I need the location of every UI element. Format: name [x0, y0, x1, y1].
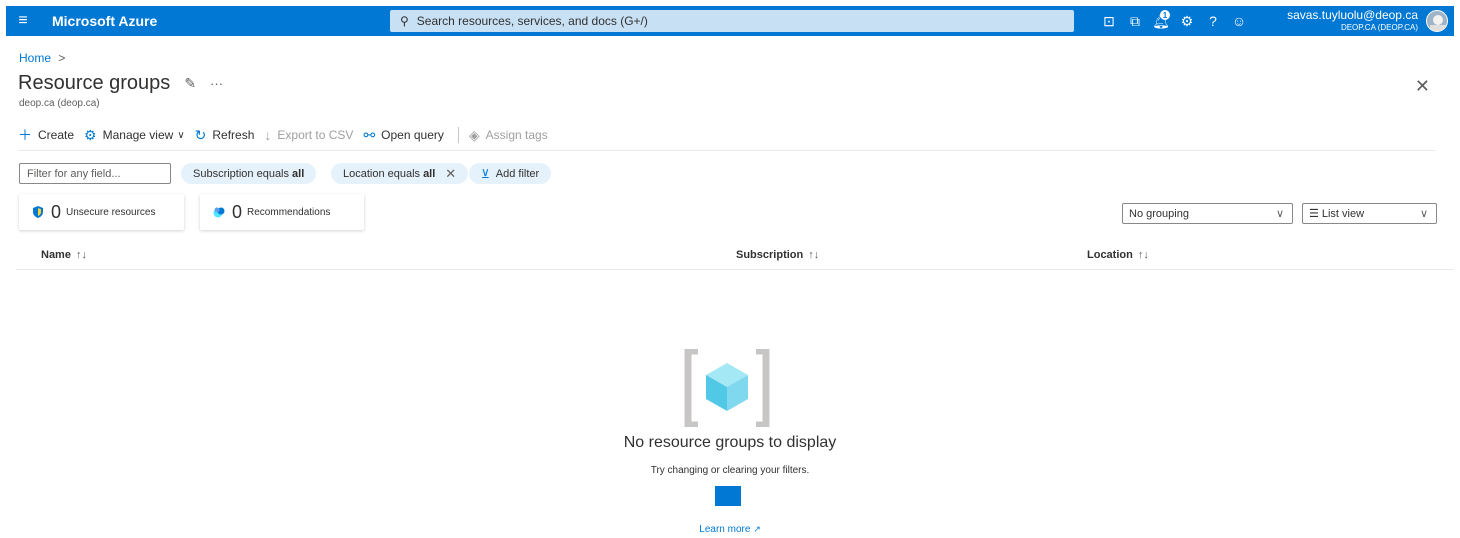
- column-label: Name: [41, 249, 71, 261]
- assign-tags-button[interactable]: ◈ Assign tags: [469, 127, 548, 144]
- empty-state-action-button[interactable]: [715, 486, 741, 506]
- gear-icon: ⚙: [84, 126, 97, 143]
- unsecure-label: Unsecure resources: [66, 206, 156, 218]
- recommendations-card[interactable]: 0 Recommendations: [200, 194, 364, 230]
- chevron-down-icon: ∨: [1275, 208, 1284, 220]
- page-title-row: Resource groups ✎ ···: [18, 72, 223, 95]
- search-input[interactable]: ⚲ Search resources, services, and docs (…: [390, 10, 1074, 32]
- create-button[interactable]: ＋ Create: [18, 125, 74, 145]
- notifications-icon[interactable]: 🔔︎ 1: [1148, 6, 1174, 36]
- filter-placeholder: Filter for any field...: [27, 167, 121, 180]
- list-icon: ☰: [1309, 208, 1319, 220]
- column-header-location[interactable]: Location ↑↓: [1087, 249, 1149, 261]
- toolbar-divider-line: [18, 150, 1436, 151]
- subscription-filter-pill[interactable]: Subscription equals all: [181, 163, 317, 184]
- manage-view-label: Manage view: [102, 128, 174, 142]
- recommendation-icon: [213, 207, 225, 218]
- location-filter-pill[interactable]: Location equals all ✕: [331, 163, 469, 184]
- top-bar: ≡ Microsoft Azure ⚲ Search resources, se…: [6, 6, 1454, 36]
- notification-badge: 1: [1160, 10, 1170, 20]
- search-placeholder: Search resources, services, and docs (G+…: [416, 14, 648, 28]
- plus-icon: ＋: [18, 127, 32, 143]
- help-icon[interactable]: ?: [1200, 6, 1226, 36]
- page-title: Resource groups: [18, 72, 171, 94]
- breadcrumb-home[interactable]: Home: [19, 51, 51, 65]
- column-header-subscription[interactable]: Subscription ↑↓: [736, 249, 819, 261]
- location-filter-value: all: [423, 167, 436, 180]
- close-icon[interactable]: ✕: [1415, 76, 1430, 97]
- manage-view-button[interactable]: ⚙ Manage view ∨: [84, 127, 185, 144]
- avatar[interactable]: [1426, 10, 1448, 32]
- account-info[interactable]: savas.tuyluolu@deop.ca DEOP.CA (DEOP.CA): [1287, 8, 1418, 32]
- add-filter-label: Add filter: [495, 167, 540, 180]
- toolbar-divider: [457, 127, 459, 143]
- empty-state-title: No resource groups to display: [623, 434, 837, 451]
- hamburger-icon[interactable]: ≡: [6, 6, 40, 36]
- sort-icon: ↑↓: [75, 249, 87, 261]
- chevron-down-icon: ∨: [1419, 208, 1428, 220]
- directory-filter-icon[interactable]: ⧉: [1122, 6, 1148, 36]
- account-tenant: DEOP.CA (DEOP.CA): [1340, 23, 1418, 32]
- grouping-dropdown[interactable]: No grouping ∨: [1122, 203, 1293, 224]
- recommendations-label: Recommendations: [247, 206, 331, 218]
- grouping-value: No grouping: [1129, 207, 1189, 220]
- unsecure-count: 0: [51, 201, 62, 222]
- cloud-shell-icon[interactable]: ⊡: [1096, 6, 1122, 36]
- column-label: Subscription: [736, 249, 804, 261]
- empty-resource-group-icon: [684, 349, 770, 427]
- open-query-label: Open query: [381, 128, 444, 142]
- page-subtitle: deop.ca (deop.ca): [19, 98, 100, 109]
- export-csv-label: Export to CSV: [277, 128, 354, 142]
- column-label: Location: [1087, 249, 1133, 261]
- column-header-name[interactable]: Name ↑↓: [41, 249, 87, 261]
- filter-input[interactable]: Filter for any field...: [19, 163, 171, 184]
- command-bar: ＋ Create ⚙ Manage view ∨ ↻ Refresh ↓ Exp…: [18, 126, 558, 144]
- account-email: savas.tuyluolu@deop.ca: [1287, 8, 1418, 22]
- brand-title[interactable]: Microsoft Azure: [52, 13, 157, 29]
- sort-icon: ↑↓: [808, 249, 820, 261]
- view-value: List view: [1321, 207, 1365, 220]
- feedback-icon[interactable]: ☺: [1226, 6, 1252, 36]
- chevron-down-icon: ∨: [177, 129, 185, 141]
- refresh-label: Refresh: [212, 128, 255, 142]
- download-icon: ↓: [264, 127, 272, 143]
- pin-icon[interactable]: ✎: [184, 75, 196, 92]
- table-header: Name ↑↓ Subscription ↑↓ Location ↑↓: [16, 244, 1454, 270]
- query-icon: ⚯: [363, 126, 376, 143]
- more-options[interactable]: ···: [210, 76, 223, 91]
- filter-icon: ⊻: [481, 166, 490, 181]
- unsecure-resources-card[interactable]: 0 Unsecure resources: [19, 194, 184, 230]
- sort-icon: ↑↓: [1137, 249, 1149, 261]
- subscription-filter-prefix: Subscription equals: [193, 167, 290, 180]
- recommendations-count: 0: [232, 201, 243, 222]
- subscription-filter-value: all: [292, 167, 305, 180]
- top-icons: ⊡ ⧉ 🔔︎ 1 ⚙ ? ☺: [1096, 6, 1252, 36]
- open-query-button[interactable]: ⚯ Open query: [363, 127, 443, 144]
- view-dropdown[interactable]: ☰ List view ∨: [1302, 203, 1437, 224]
- remove-filter-icon[interactable]: ✕: [445, 166, 456, 182]
- empty-state-subtitle: Try changing or clearing your filters.: [650, 465, 810, 476]
- breadcrumb-separator: >: [58, 51, 66, 65]
- refresh-icon: ↻: [194, 126, 207, 143]
- refresh-button[interactable]: ↻ Refresh: [195, 127, 255, 144]
- external-link-icon: ↗: [753, 524, 761, 534]
- breadcrumb: Home >: [19, 51, 65, 65]
- add-filter-button[interactable]: ⊻ Add filter: [469, 163, 552, 184]
- learn-more-link[interactable]: Learn more ↗: [0, 524, 1460, 535]
- assign-tags-label: Assign tags: [485, 128, 548, 142]
- export-csv-button[interactable]: ↓ Export to CSV: [264, 127, 353, 143]
- learn-more-label: Learn more: [699, 524, 751, 535]
- shield-icon: [33, 206, 43, 218]
- search-icon: ⚲: [400, 14, 409, 28]
- tag-icon: ◈: [468, 126, 480, 143]
- location-filter-prefix: Location equals: [343, 167, 421, 180]
- create-label: Create: [38, 128, 75, 142]
- settings-icon[interactable]: ⚙: [1174, 6, 1200, 36]
